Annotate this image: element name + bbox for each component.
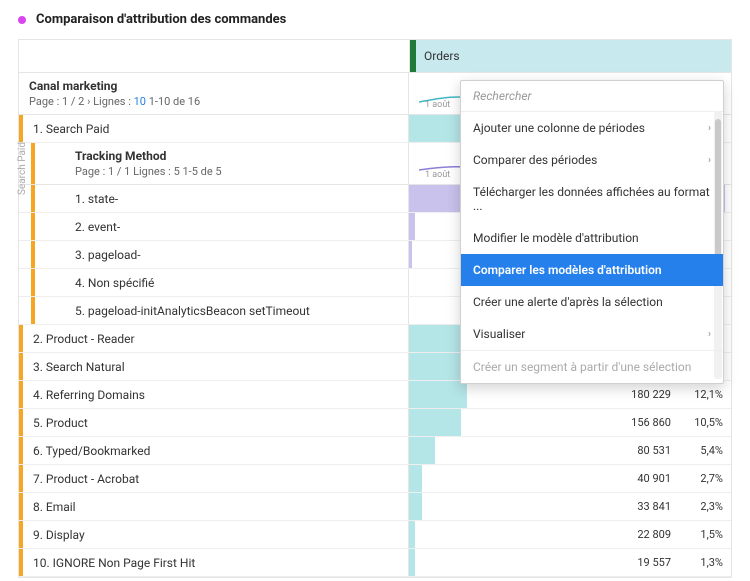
row-pct: 1,5% xyxy=(700,528,723,541)
row-value: 22 809 xyxy=(637,528,671,541)
metric-name: Orders xyxy=(424,49,460,63)
sub-page-size-selector[interactable]: 5 xyxy=(174,165,180,178)
menu-search-input[interactable]: Rechercher xyxy=(461,81,723,112)
dimension-name[interactable]: Canal marketing xyxy=(29,79,398,93)
panel-color-dot xyxy=(18,16,26,24)
sub-dimension-name[interactable]: Tracking Method xyxy=(75,149,398,163)
row-label: 9. Display xyxy=(19,521,409,548)
row-bar xyxy=(409,465,422,492)
metric-column-header[interactable]: Orders xyxy=(410,40,731,72)
row-label: 3. Search Natural xyxy=(19,353,409,380)
row-pct: 5,4% xyxy=(700,444,723,457)
chevron-right-icon: › xyxy=(708,123,711,134)
row-label: 4. Referring Domains xyxy=(19,381,409,408)
row-value: 33 841 xyxy=(637,500,671,513)
row-label: 1. state- xyxy=(31,185,409,212)
spark-date: 1 août xyxy=(425,100,450,110)
row-bar xyxy=(409,241,412,268)
menu-item-edit-attribution[interactable]: Modifier le modèle d'attribution xyxy=(461,222,723,254)
row-label: 4. Non spécifié xyxy=(31,269,409,296)
table-row[interactable]: 7. Product - Acrobat 40 901 2,7% xyxy=(19,465,731,493)
page-size-selector[interactable]: 10 xyxy=(134,95,146,108)
row-bar xyxy=(409,493,422,520)
row-bar xyxy=(409,381,467,408)
row-bar xyxy=(409,213,415,240)
row-bar xyxy=(409,549,415,576)
row-label: 8. Email xyxy=(19,493,409,520)
row-label: 10. IGNORE Non Page First Hit xyxy=(19,549,409,576)
row-pct: 2,7% xyxy=(700,472,723,485)
row-value: 180 229 xyxy=(631,388,671,401)
row-label: 7. Product - Acrobat xyxy=(19,465,409,492)
row-label: 3. pageload- xyxy=(31,241,409,268)
column-drag-handle[interactable] xyxy=(410,40,416,72)
row-pct: 12,1% xyxy=(694,388,723,401)
row-bar xyxy=(409,521,415,548)
table-row[interactable]: 4. Referring Domains 180 229 12,1% xyxy=(19,381,731,409)
row-label: 1. Search Paid xyxy=(19,115,409,142)
panel-title: Comparaison d'attribution des commandes xyxy=(36,12,286,27)
row-label: 2. event- xyxy=(31,213,409,240)
menu-item-compare-attribution[interactable]: Comparer les modèles d'attribution xyxy=(461,254,723,286)
row-value: 80 531 xyxy=(637,444,671,457)
row-value: 40 901 xyxy=(637,472,671,485)
row-bar xyxy=(409,409,461,436)
menu-item-create-segment[interactable]: Créer un segment à partir d'une sélectio… xyxy=(461,350,723,383)
row-pct: 2,3% xyxy=(700,500,723,513)
context-menu: Rechercher Ajouter une colonne de périod… xyxy=(460,80,724,384)
row-pct: 10,5% xyxy=(694,416,723,429)
chevron-right-icon: › xyxy=(708,329,711,340)
row-pct: 1,3% xyxy=(700,556,723,569)
menu-item-visualize[interactable]: Visualiser› xyxy=(461,318,723,350)
table-row[interactable]: 9. Display 22 809 1,5% xyxy=(19,521,731,549)
breakdown-vertical-label: Search Paid xyxy=(17,142,28,195)
row-label: 2. Product - Reader xyxy=(19,325,409,352)
dimension-column-header xyxy=(19,40,410,72)
row-value: 19 557 xyxy=(637,556,671,569)
chevron-right-icon: › xyxy=(708,155,711,166)
sub-spark-date: 1 août xyxy=(425,170,450,180)
row-label: 5. Product xyxy=(19,409,409,436)
table-row[interactable]: 10. IGNORE Non Page First Hit 19 557 1,3% xyxy=(19,549,731,577)
menu-item-compare-periods[interactable]: Comparer des périodes› xyxy=(461,144,723,176)
row-value: 156 860 xyxy=(631,416,671,429)
row-bar xyxy=(409,437,435,464)
menu-item-create-alert[interactable]: Créer une alerte d'après la sélection xyxy=(461,286,723,318)
row-label: 6. Typed/Bookmarked xyxy=(19,437,409,464)
table-row[interactable]: 8. Email 33 841 2,3% xyxy=(19,493,731,521)
menu-item-add-period-column[interactable]: Ajouter une colonne de périodes› xyxy=(461,112,723,144)
table-row[interactable]: 5. Product 156 860 10,5% xyxy=(19,409,731,437)
menu-item-download-data[interactable]: Télécharger les données affichées au for… xyxy=(461,176,723,222)
table-row[interactable]: 6. Typed/Bookmarked 80 531 5,4% xyxy=(19,437,731,465)
row-label: 5. pageload-initAnalyticsBeacon setTimeo… xyxy=(31,297,409,324)
sub-dimension-paging: Page : 1 / 1 Lignes : 5 1-5 de 5 xyxy=(75,165,398,178)
dimension-paging: Page : 1 / 2 › Lignes : 10 1-10 de 16 xyxy=(29,95,398,108)
